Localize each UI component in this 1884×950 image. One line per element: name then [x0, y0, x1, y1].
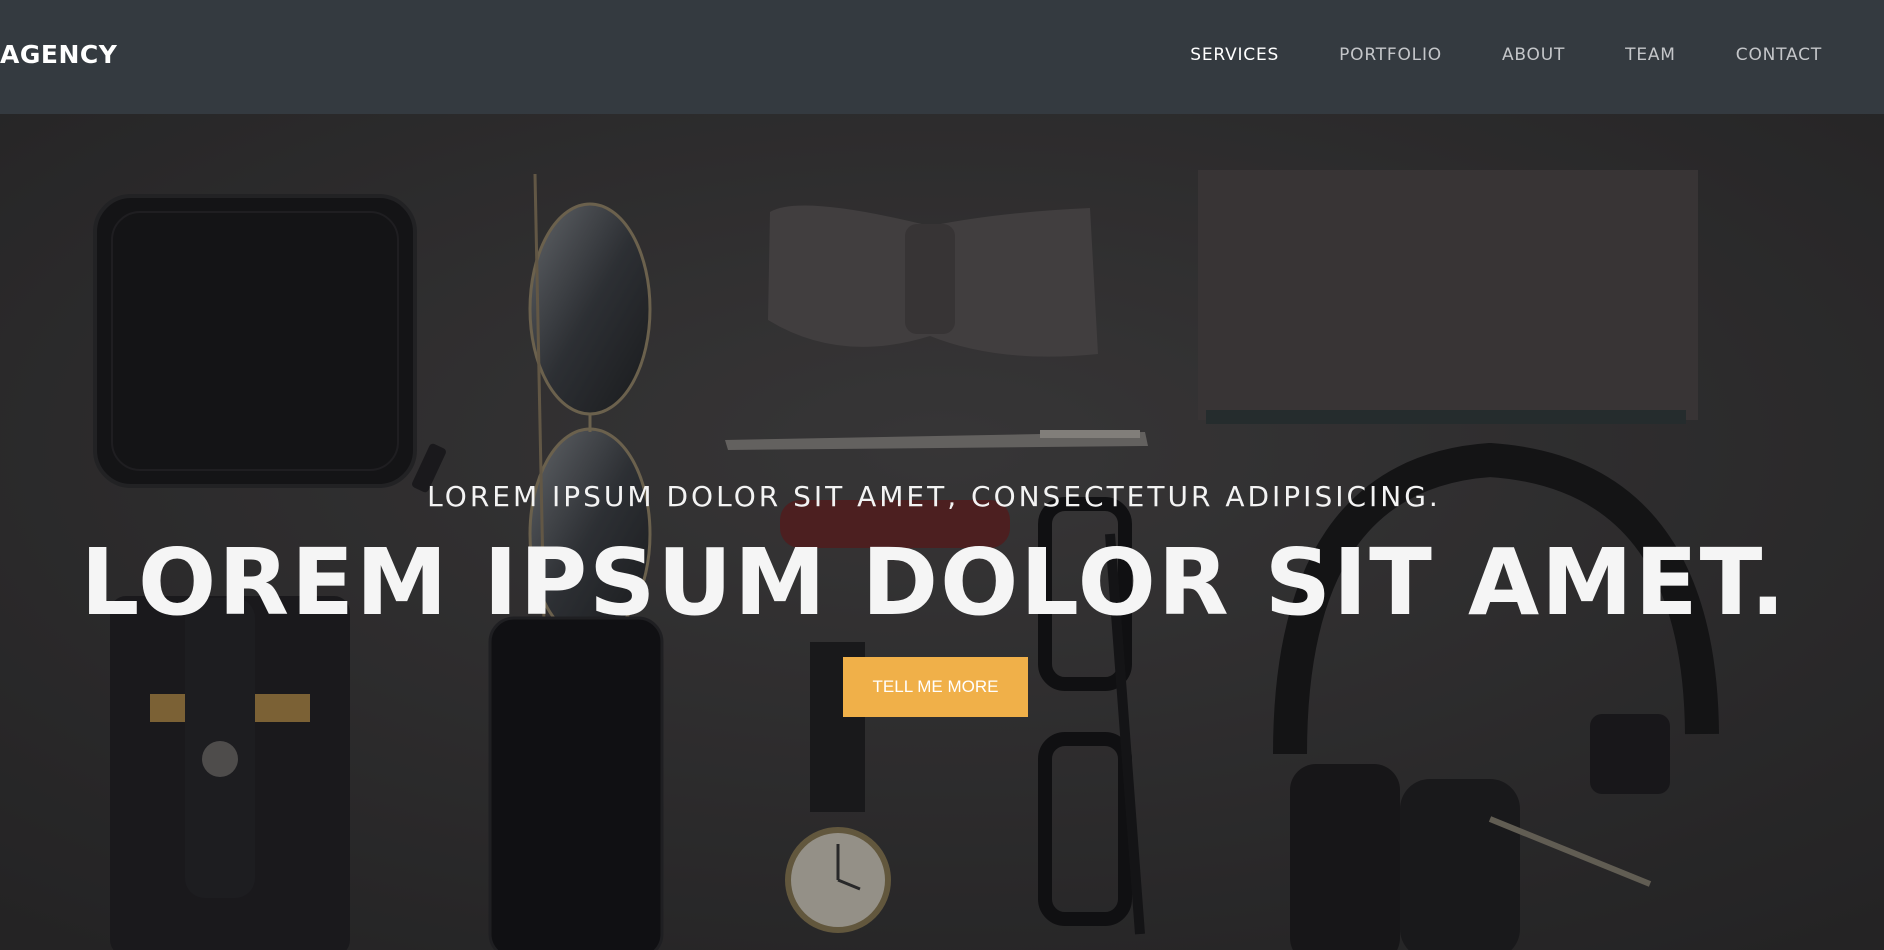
navbar: AGENCY SERVICES PORTFOLIO ABOUT TEAM CON… [0, 0, 1884, 114]
nav-link-about[interactable]: ABOUT [1502, 45, 1565, 65]
nav-link-team[interactable]: TEAM [1625, 45, 1676, 65]
hero-heading: LOREM IPSUM DOLOR SIT AMET. [80, 529, 1788, 636]
hero-subheading: LOREM IPSUM DOLOR SIT AMET, CONSECTETUR … [427, 480, 1441, 513]
brand-logo[interactable]: AGENCY [0, 40, 117, 69]
nav-link-portfolio[interactable]: PORTFOLIO [1339, 45, 1442, 65]
nav-menu: SERVICES PORTFOLIO ABOUT TEAM CONTACT [1130, 45, 1822, 65]
tell-me-more-button[interactable]: TELL ME MORE [843, 657, 1028, 717]
nav-link-services[interactable]: SERVICES [1190, 45, 1279, 65]
nav-link-contact[interactable]: CONTACT [1736, 45, 1822, 65]
hero-section: LOREM IPSUM DOLOR SIT AMET, CONSECTETUR … [0, 114, 1884, 950]
